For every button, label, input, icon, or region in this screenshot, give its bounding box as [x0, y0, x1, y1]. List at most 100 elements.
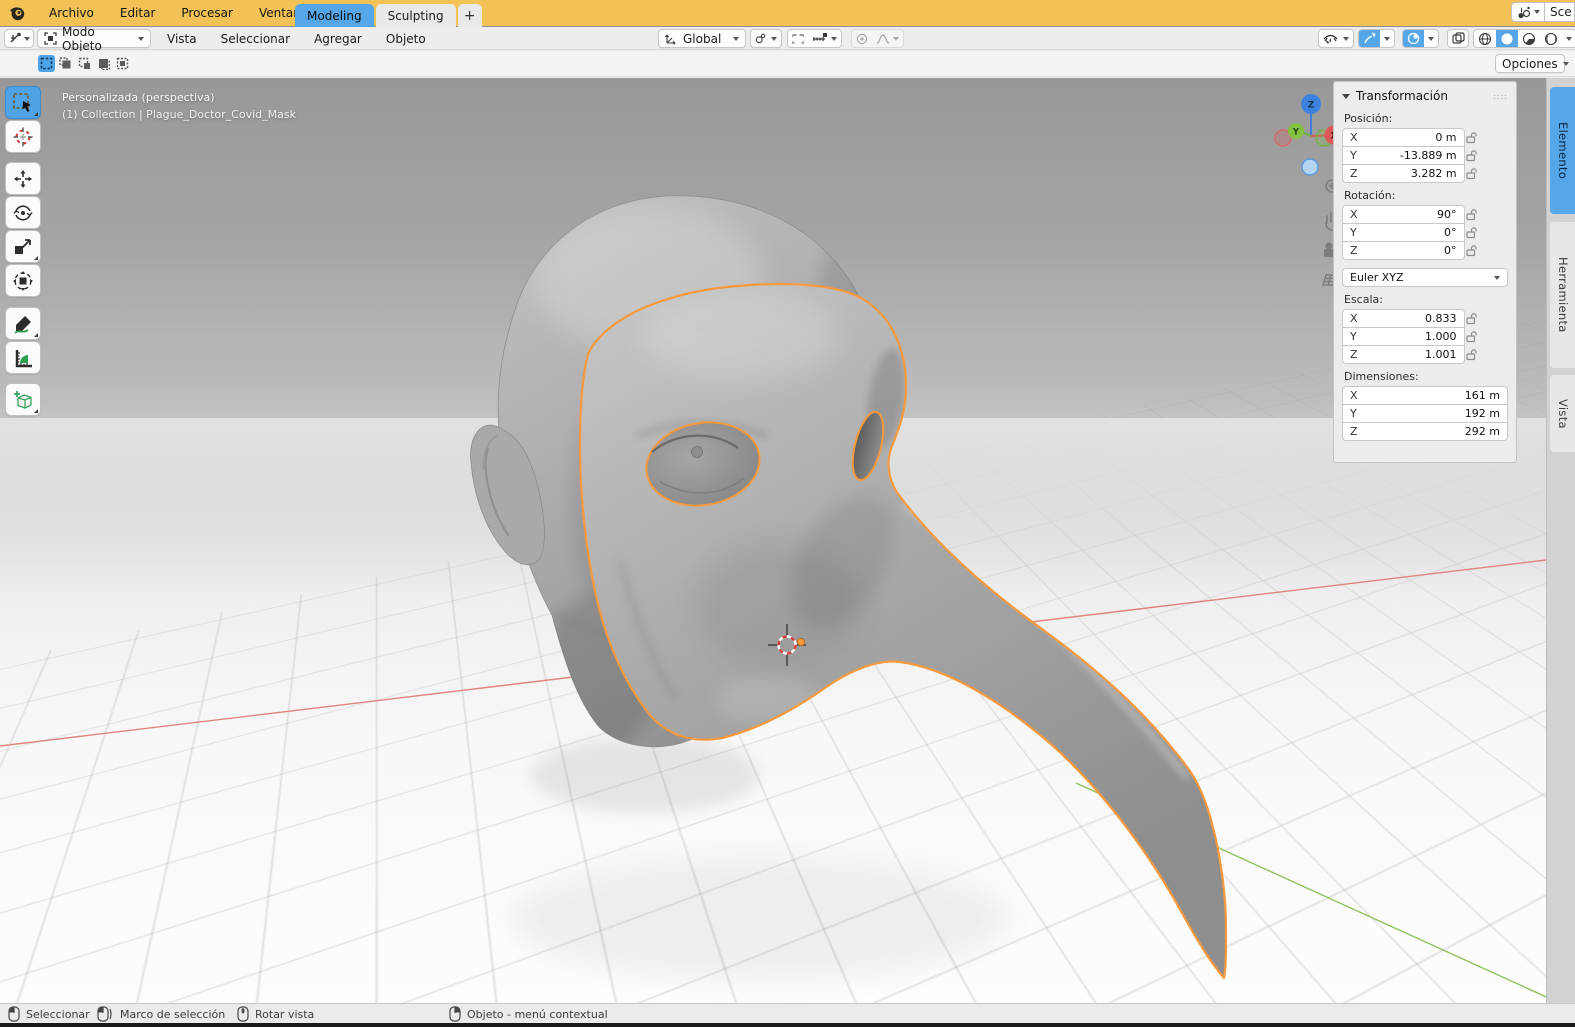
tool-scale[interactable] [5, 230, 41, 263]
shading-dropdown[interactable] [1562, 30, 1575, 47]
solid-shading-icon [1500, 32, 1514, 46]
tool-move[interactable] [5, 162, 41, 195]
wireframe-icon [1478, 32, 1492, 46]
lock-open-icon[interactable] [1465, 330, 1478, 343]
transform-orientation-dropdown[interactable]: Global [658, 29, 746, 48]
mode-dropdown[interactable]: Modo Objeto [37, 29, 151, 48]
rotation-section-label: Rotación: [1344, 189, 1508, 202]
editor-type-button[interactable] [4, 29, 34, 48]
position-z-field[interactable]: Z 3.282 m [1342, 164, 1465, 183]
chevron-down-icon [733, 37, 739, 41]
visibility-dropdown[interactable] [1318, 29, 1354, 48]
tool-transform[interactable] [5, 264, 41, 297]
select-mode-set[interactable] [38, 55, 55, 72]
move-icon [12, 168, 34, 190]
menu-objeto[interactable]: Objeto [374, 32, 438, 46]
rotation-mode-dropdown[interactable]: Euler XYZ [1342, 268, 1508, 287]
show-overlays-toggle[interactable] [1403, 30, 1424, 47]
options-label: Opciones [1502, 57, 1558, 71]
tab-herramienta[interactable]: Herramienta [1550, 222, 1575, 368]
panel-grip-icon[interactable]: :::: [1493, 92, 1508, 101]
overlays-icon [1407, 32, 1420, 45]
status-bar: Seleccionar Marco de selección Rotar vis… [0, 1003, 1575, 1023]
gizmo-neg-z-ball[interactable] [1302, 159, 1318, 175]
menu-agregar[interactable]: Agregar [302, 32, 374, 46]
shading-rendered-button[interactable] [1540, 30, 1562, 47]
rotation-y-field[interactable]: Y 0° [1342, 223, 1465, 242]
shading-wireframe-button[interactable] [1474, 30, 1496, 47]
tool-rotate[interactable] [5, 196, 41, 229]
dimensions-z-field[interactable]: Z 292 m [1342, 422, 1508, 441]
menu-vista[interactable]: Vista [155, 32, 209, 46]
scene-icon [1516, 5, 1532, 19]
lock-open-icon[interactable] [1465, 244, 1478, 257]
rendered-shading-icon [1544, 32, 1558, 46]
tool-measure[interactable] [5, 341, 41, 374]
select-mode-intersect[interactable] [114, 55, 131, 72]
menu-seleccionar[interactable]: Seleccionar [209, 32, 302, 46]
dimensions-y-field[interactable]: Y 192 m [1342, 404, 1508, 423]
select-mode-subtract[interactable] [76, 55, 93, 72]
main-area: Personalizada (perspectiva) (1) Collecti… [0, 78, 1575, 1003]
tool-add-cube[interactable] [5, 383, 41, 416]
collapse-chevron-icon[interactable] [1342, 94, 1350, 99]
menu-procesar[interactable]: Procesar [168, 1, 246, 25]
scale-section-label: Escala: [1344, 293, 1508, 306]
add-workspace-button[interactable]: + [458, 4, 482, 27]
scene-selector-button[interactable] [1511, 2, 1545, 22]
scale-x-field[interactable]: X 0.833 [1342, 309, 1465, 328]
tab-sculpting[interactable]: Sculpting [376, 4, 456, 27]
dimensions-x-field[interactable]: X 161 m [1342, 386, 1508, 405]
add-cube-icon [12, 389, 34, 411]
shading-material-button[interactable] [1518, 30, 1540, 47]
lock-open-icon[interactable] [1465, 131, 1478, 144]
shading-solid-button[interactable] [1496, 30, 1518, 47]
select-mode-invert[interactable] [95, 55, 112, 72]
chevron-down-icon [1494, 276, 1500, 280]
lock-open-icon[interactable] [1465, 167, 1478, 180]
shading-group [1473, 29, 1575, 48]
lock-open-icon[interactable] [1465, 312, 1478, 325]
menu-editar[interactable]: Editar [107, 1, 169, 25]
scale-icon [12, 236, 34, 258]
lock-open-icon[interactable] [1465, 149, 1478, 162]
lock-open-icon[interactable] [1465, 226, 1478, 239]
proportional-edit-button[interactable] [852, 30, 872, 47]
tab-vista[interactable]: Vista [1550, 375, 1575, 452]
tab-elemento[interactable]: Elemento [1550, 87, 1575, 214]
position-y-field[interactable]: Y -13.889 m [1342, 146, 1465, 165]
overlays-dropdown[interactable] [1424, 30, 1438, 47]
tool-cursor[interactable] [5, 120, 41, 153]
falloff-curve-icon [876, 33, 890, 45]
tool-box-select[interactable] [5, 86, 41, 119]
select-mode-options [38, 55, 131, 72]
scale-z-field[interactable]: Z 1.001 [1342, 345, 1465, 364]
position-x-field[interactable]: X 0 m [1342, 128, 1465, 147]
panel-title: Transformación [1356, 89, 1493, 103]
lock-open-icon[interactable] [1465, 348, 1478, 361]
active-object-label: (1) Collection | Plague_Doctor_Covid_Mas… [62, 106, 296, 123]
proportional-falloff-dropdown[interactable] [872, 30, 903, 47]
options-dropdown[interactable]: Opciones [1495, 54, 1565, 73]
xray-toggle[interactable] [1447, 29, 1469, 48]
tool-annotate[interactable] [5, 307, 41, 340]
status-box-select-hint: Marco de selección [97, 1004, 225, 1024]
scene-name-field[interactable]: Sce [1545, 2, 1575, 22]
rotation-x-field[interactable]: X 90° [1342, 205, 1465, 224]
sidebar-tab-strip: Elemento Herramienta Vista [1546, 78, 1575, 1003]
gizmos-dropdown[interactable] [1380, 30, 1394, 47]
viewport-3d[interactable]: Personalizada (perspectiva) (1) Collecti… [0, 78, 1546, 1003]
tab-modeling[interactable]: Modeling [295, 4, 374, 27]
select-mode-extend[interactable] [57, 55, 74, 72]
chevron-down-icon [1534, 10, 1540, 14]
menu-archivo[interactable]: Archivo [36, 1, 107, 25]
chevron-down-icon [893, 37, 899, 41]
show-gizmos-toggle[interactable] [1359, 30, 1380, 47]
lock-open-icon[interactable] [1465, 208, 1478, 221]
scale-y-field[interactable]: Y 1.000 [1342, 327, 1465, 346]
snap-toggle-button[interactable] [788, 30, 808, 47]
snap-settings-dropdown[interactable] [808, 30, 841, 47]
overlays-group [1402, 29, 1439, 48]
rotation-z-field[interactable]: Z 0° [1342, 241, 1465, 260]
pivot-point-dropdown[interactable] [750, 29, 782, 48]
